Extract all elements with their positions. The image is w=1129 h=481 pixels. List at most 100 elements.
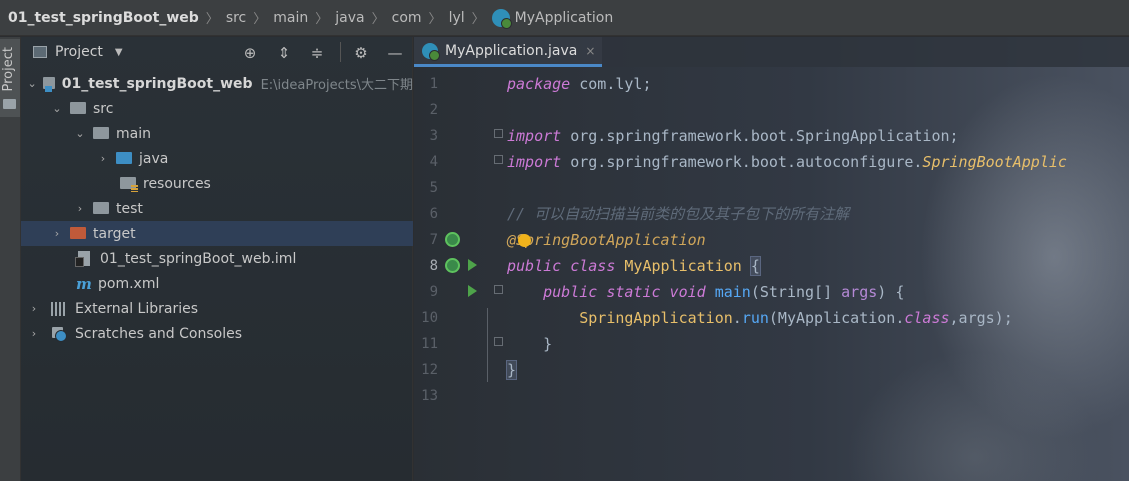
breadcrumb-project[interactable]: 01_test_springBoot_web <box>8 10 199 26</box>
code-line-11[interactable]: } <box>507 331 552 357</box>
line-number: 13 <box>421 388 438 404</box>
code-line-10[interactable]: SpringApplication.run(MyApplication.clas… <box>507 305 1013 331</box>
toolbar-divider <box>340 42 341 62</box>
resources-folder-icon <box>120 176 138 192</box>
breadcrumb-com[interactable]: com <box>392 10 422 26</box>
method-name: run <box>741 309 769 327</box>
tree-item-label: 01_test_springBoot_web.iml <box>100 250 297 267</box>
tree-item-target[interactable]: › target <box>21 221 413 246</box>
locate-file-icon[interactable]: ⊕ <box>240 43 260 63</box>
tree-item-src[interactable]: ⌄ src <box>21 96 413 121</box>
annotation: @SpringBootApplication <box>507 231 706 249</box>
class-name: SpringApplication <box>507 309 733 327</box>
chevron-down-icon[interactable]: ⌄ <box>50 102 64 115</box>
line-number: 6 <box>429 206 438 222</box>
class-name: SpringBootApplic <box>922 153 1067 171</box>
code-line-3[interactable]: import org.springframework.boot.SpringAp… <box>507 123 959 149</box>
lightbulb-icon[interactable] <box>518 234 531 247</box>
tree-item-scratches[interactable]: › Scratches and Consoles <box>21 321 413 346</box>
expand-all-icon[interactable]: ⇕ <box>274 43 294 63</box>
class-name: MyApplication <box>615 257 751 275</box>
module-file-icon <box>75 251 90 267</box>
code-text: org.springframework.boot.SpringApplicati… <box>561 127 959 145</box>
breadcrumb-class-label: MyApplication <box>514 9 614 26</box>
code-line-6[interactable]: // 可以自动扫描当前类的包及其子包下的所有注解 <box>507 201 849 227</box>
folder-icon <box>93 201 109 214</box>
close-icon[interactable]: × <box>585 44 595 58</box>
tree-item-project-root[interactable]: ⌄ 01_test_springBoot_web E:\ideaProjects… <box>21 71 413 96</box>
keyword: public class <box>507 257 616 275</box>
chevron-down-icon[interactable]: ⌄ <box>27 77 37 90</box>
project-view-selector[interactable]: Project <box>55 44 103 60</box>
code-text: } <box>507 335 553 353</box>
breadcrumb-class[interactable]: MyApplication <box>491 8 614 29</box>
spring-class-icon <box>422 42 440 61</box>
chevron-right-icon[interactable]: › <box>50 227 64 240</box>
code-text: (MyApplication. <box>768 309 905 327</box>
tree-item-iml[interactable]: 01_test_springBoot_web.iml <box>21 246 413 271</box>
run-icon[interactable] <box>468 259 477 271</box>
fold-icon[interactable] <box>494 155 503 164</box>
maven-icon: m <box>76 274 92 293</box>
code-line-7[interactable]: @SpringBootApplication <box>507 227 706 253</box>
tree-item-label: test <box>116 200 143 217</box>
chevron-right-icon[interactable]: › <box>27 302 41 315</box>
tree-item-label: Scratches and Consoles <box>75 325 242 342</box>
tree-item-java[interactable]: › java <box>21 146 413 171</box>
breadcrumb-main[interactable]: main <box>273 10 308 26</box>
method-name: main <box>705 283 751 301</box>
run-icon[interactable] <box>468 285 477 297</box>
fold-icon[interactable] <box>494 129 503 138</box>
code-text: . <box>732 309 742 327</box>
line-number: 3 <box>429 128 438 144</box>
chevron-right-icon[interactable]: › <box>96 152 110 165</box>
tab-myapplication[interactable]: MyApplication.java × <box>414 37 602 67</box>
code-editor[interactable]: MyApplication.java × 1 2 3 4 5 6 7 8 9 1… <box>414 37 1129 481</box>
caret-down-icon[interactable]: ▼ <box>115 47 123 58</box>
breadcrumb-lyl[interactable]: lyl <box>449 10 465 26</box>
breadcrumb-src[interactable]: src <box>226 10 246 26</box>
fold-icon[interactable] <box>494 337 503 346</box>
chevron-right-icon[interactable]: › <box>27 327 41 340</box>
code-line-4[interactable]: import org.springframework.boot.autoconf… <box>507 149 1067 175</box>
chevron-right-icon[interactable]: › <box>73 202 87 215</box>
code-line-1[interactable]: package com.lyl; <box>507 71 652 97</box>
keyword: import <box>507 153 562 171</box>
chevron-right-icon: 〉 <box>371 12 385 27</box>
code-line-9[interactable]: public static void main(String[] args) { <box>507 279 904 305</box>
line-number: 5 <box>429 180 438 196</box>
parameter: args <box>841 283 878 301</box>
project-tool-label: Project <box>1 47 16 92</box>
project-panel: Project ▼ ⊕ ⇕ ≑ ⚙ — ⌄ 01_test_springBoot… <box>21 37 413 481</box>
line-number: 1 <box>429 76 438 92</box>
chevron-right-icon: 〉 <box>471 12 485 27</box>
code-text: org.springframework.boot.autoconfigure. <box>561 153 923 171</box>
gear-icon[interactable]: ⚙ <box>351 43 371 63</box>
line-number: 2 <box>429 102 438 118</box>
hide-panel-icon[interactable]: — <box>385 43 405 63</box>
tree-item-test[interactable]: › test <box>21 196 413 221</box>
tree-item-pom[interactable]: m pom.xml <box>21 271 413 296</box>
spring-bean-icon[interactable] <box>445 258 460 273</box>
collapse-all-icon[interactable]: ≑ <box>307 43 327 63</box>
line-number: 9 <box>429 284 438 300</box>
fold-icon[interactable] <box>494 285 503 294</box>
breadcrumb-java[interactable]: java <box>335 10 364 26</box>
indent-guide <box>487 308 488 382</box>
brace-match: { <box>749 256 761 276</box>
tab-label: MyApplication.java <box>445 42 578 59</box>
tree-item-external-libraries[interactable]: › External Libraries <box>21 296 413 321</box>
tree-item-main[interactable]: ⌄ main <box>21 121 413 146</box>
chevron-down-icon[interactable]: ⌄ <box>73 127 87 140</box>
line-number: 11 <box>421 336 438 352</box>
code-text: com.lyl; <box>570 75 652 93</box>
code-text: ,args); <box>949 309 1013 327</box>
spring-bean-icon[interactable] <box>445 232 460 247</box>
excluded-folder-icon <box>70 226 86 239</box>
code-line-8[interactable]: public class MyApplication { <box>507 253 761 279</box>
line-number: 8 <box>429 258 438 274</box>
chevron-right-icon: 〉 <box>253 12 267 27</box>
code-line-12[interactable]: } <box>505 357 518 383</box>
tree-item-resources[interactable]: resources <box>21 171 413 196</box>
project-tool-button[interactable]: Project <box>0 39 20 117</box>
